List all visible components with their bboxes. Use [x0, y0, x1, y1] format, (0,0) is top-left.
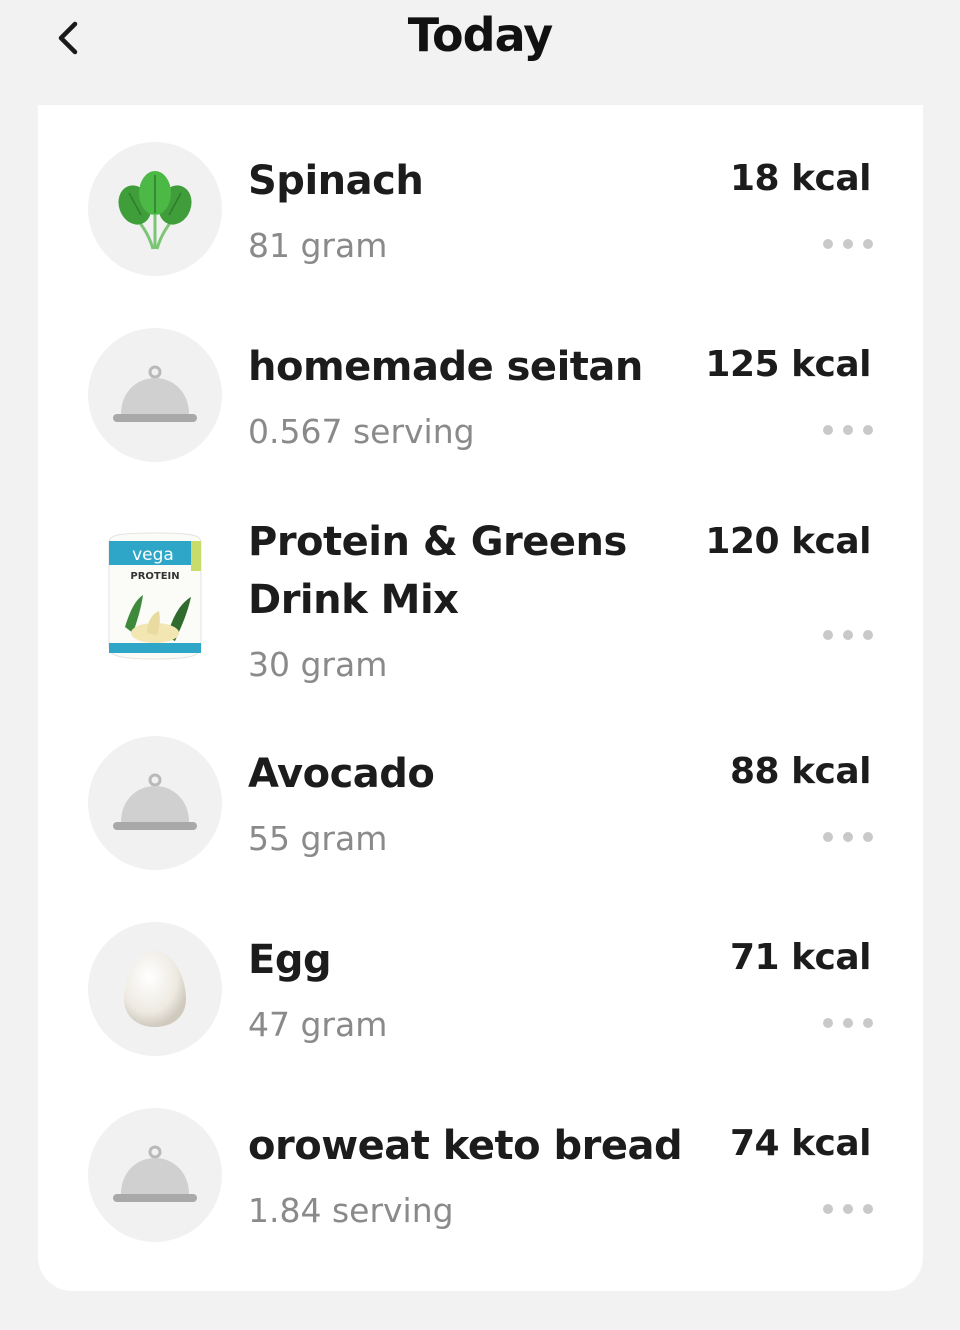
- food-thumbnail: [88, 1108, 222, 1242]
- more-dot-icon: [823, 832, 833, 842]
- food-amount: 30 gram: [248, 645, 388, 684]
- more-dot-icon: [843, 1018, 853, 1028]
- food-kcal: 18 kcal: [729, 158, 872, 199]
- food-kcal: 125 kcal: [705, 344, 871, 385]
- header: Today: [0, 0, 960, 88]
- food-cloche-icon: [113, 1145, 197, 1202]
- more-dot-icon: [863, 1018, 873, 1028]
- food-thumbnail: [88, 328, 222, 462]
- more-dot-icon: [823, 1018, 833, 1028]
- more-options-button[interactable]: [823, 627, 873, 643]
- more-dot-icon: [823, 425, 833, 435]
- more-dot-icon: [863, 425, 873, 435]
- more-dot-icon: [863, 630, 873, 640]
- more-options-button[interactable]: [823, 1015, 873, 1031]
- food-name: oroweat keto bread: [248, 1123, 683, 1169]
- food-cloche-icon: [113, 365, 197, 422]
- food-amount: 0.567 serving: [248, 412, 475, 451]
- food-thumbnail: [88, 142, 222, 276]
- food-kcal: 88 kcal: [729, 751, 872, 792]
- product-brand-label: vega: [132, 545, 174, 565]
- more-dot-icon: [843, 239, 853, 249]
- food-name: Egg: [248, 937, 332, 983]
- food-thumbnail: vega PROTEIN: [88, 530, 222, 664]
- food-kcal: 120 kcal: [705, 521, 871, 562]
- more-dot-icon: [843, 1204, 853, 1214]
- product-sub-label: PROTEIN: [130, 571, 179, 582]
- more-options-button[interactable]: [823, 422, 873, 438]
- more-dot-icon: [823, 239, 833, 249]
- more-dot-icon: [863, 1204, 873, 1214]
- food-amount: 55 gram: [248, 819, 388, 858]
- food-amount: 81 gram: [248, 226, 388, 265]
- vega-protein-product-image: vega PROTEIN: [108, 532, 202, 660]
- page-title: Today: [407, 8, 553, 62]
- more-dot-icon: [823, 1204, 833, 1214]
- spinach-icon: [118, 171, 192, 250]
- food-log-card: Spinach 81 gram 18 kcal homemade seitan …: [38, 105, 923, 1291]
- egg-icon: [124, 951, 186, 1027]
- more-dot-icon: [863, 239, 873, 249]
- food-thumbnail: [88, 736, 222, 870]
- food-thumbnail: [88, 922, 222, 1056]
- food-name: Protein & Greens Drink Mix: [248, 519, 627, 623]
- food-name: Spinach: [248, 158, 424, 204]
- food-kcal: 74 kcal: [729, 1123, 872, 1164]
- more-options-button[interactable]: [823, 236, 873, 252]
- food-amount: 47 gram: [248, 1005, 388, 1044]
- more-dot-icon: [843, 425, 853, 435]
- food-kcal: 71 kcal: [729, 937, 872, 978]
- food-name: Avocado: [248, 751, 435, 797]
- food-amount: 1.84 serving: [248, 1191, 454, 1230]
- more-dot-icon: [843, 832, 853, 842]
- more-dot-icon: [843, 630, 853, 640]
- food-name: homemade seitan: [248, 344, 643, 390]
- more-dot-icon: [823, 630, 833, 640]
- food-cloche-icon: [113, 773, 197, 830]
- more-dot-icon: [863, 832, 873, 842]
- more-options-button[interactable]: [823, 829, 873, 845]
- more-options-button[interactable]: [823, 1201, 873, 1217]
